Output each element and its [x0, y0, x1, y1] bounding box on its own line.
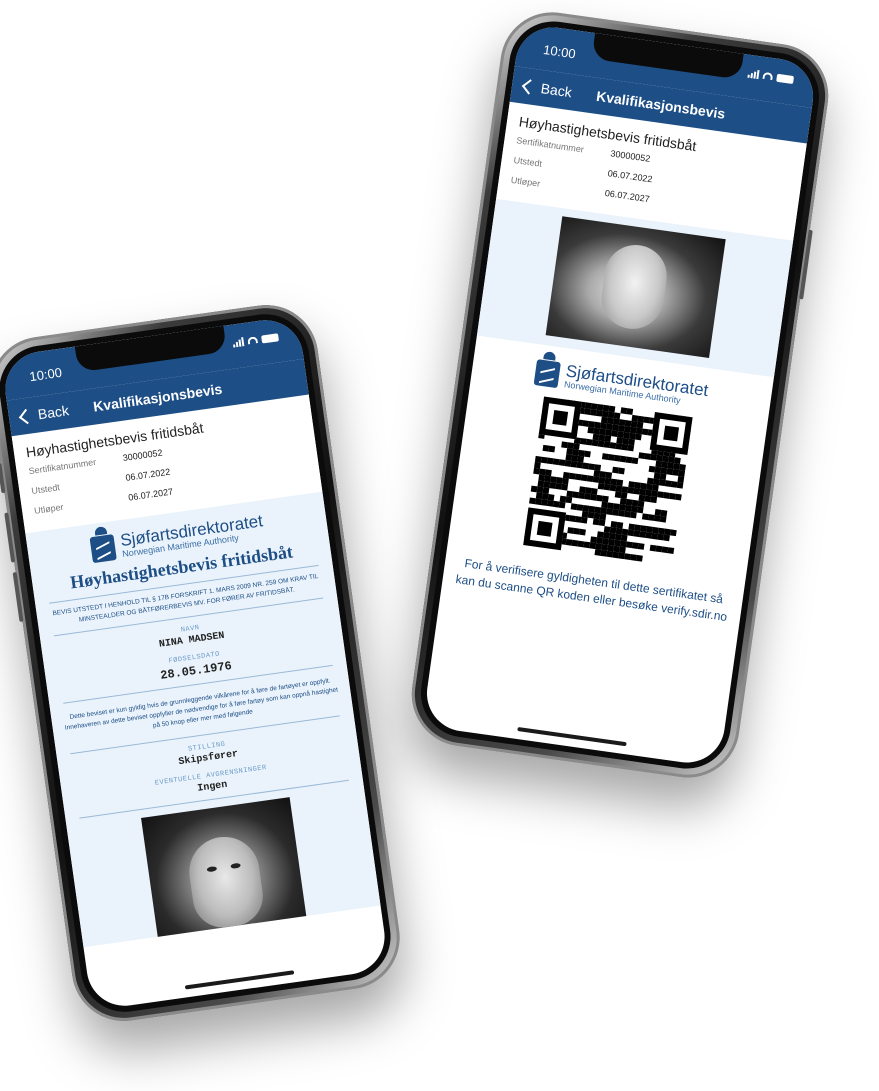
authority-emblem-icon — [533, 358, 562, 388]
field-value: 06.07.2027 — [604, 187, 651, 205]
battery-icon — [776, 73, 795, 84]
holder-face — [184, 832, 267, 932]
holder-photo — [545, 216, 726, 358]
back-button[interactable]: Back — [8, 402, 70, 426]
side-button — [12, 571, 24, 623]
signal-icon — [232, 337, 245, 348]
qr-finder — [523, 507, 567, 551]
status-time: 10:00 — [28, 364, 63, 385]
wifi-icon — [762, 71, 774, 81]
wifi-icon — [247, 336, 259, 345]
qr-module — [666, 559, 673, 566]
screen: 10:00 Back Kvalifikasjonsbevis Høyhastig… — [422, 22, 818, 768]
qr-code[interactable] — [523, 396, 693, 566]
phone-left: 10:00 Back Kvalifikasjonsbevis Høyhastig… — [0, 298, 407, 1028]
status-icons — [747, 69, 795, 84]
screen: 10:00 Back Kvalifikasjonsbevis Høyhastig… — [0, 315, 390, 1011]
holder-face — [597, 240, 671, 333]
battery-icon — [261, 332, 279, 344]
qr-finder — [649, 412, 693, 455]
qr-finder — [538, 396, 582, 440]
home-indicator[interactable] — [184, 970, 295, 990]
status-time: 10:00 — [542, 42, 577, 62]
back-button[interactable]: Back — [511, 76, 573, 100]
field-value: 06.07.2022 — [124, 466, 171, 483]
holder-photo — [141, 797, 307, 937]
side-button — [799, 229, 813, 300]
field-value: 30000052 — [122, 447, 164, 464]
field-label: Utstedt — [30, 482, 61, 497]
field-value: 30000052 — [609, 148, 651, 164]
side-button — [0, 463, 6, 494]
authority-emblem-icon — [89, 533, 118, 563]
chevron-left-icon — [18, 408, 35, 424]
field-label: Utstedt — [512, 154, 543, 169]
verify-text: For å verifisere gyldigheten til dette s… — [454, 556, 729, 624]
field-label: Utløper — [510, 174, 541, 189]
status-icons — [232, 332, 279, 348]
phone-right: 10:00 Back Kvalifikasjonsbevis Høyhastig… — [405, 5, 835, 785]
chevron-left-icon — [521, 78, 538, 95]
certificate-document: Sjøfartsdirektoratet Norwegian Maritime … — [25, 491, 381, 948]
back-label: Back — [36, 402, 70, 423]
back-label: Back — [539, 80, 573, 101]
field-value: 06.07.2022 — [607, 168, 654, 185]
home-indicator[interactable] — [517, 727, 627, 747]
signal-icon — [747, 69, 760, 80]
side-button — [4, 512, 16, 563]
field-label: Utløper — [33, 501, 65, 516]
field-value: 06.07.2027 — [127, 486, 174, 503]
